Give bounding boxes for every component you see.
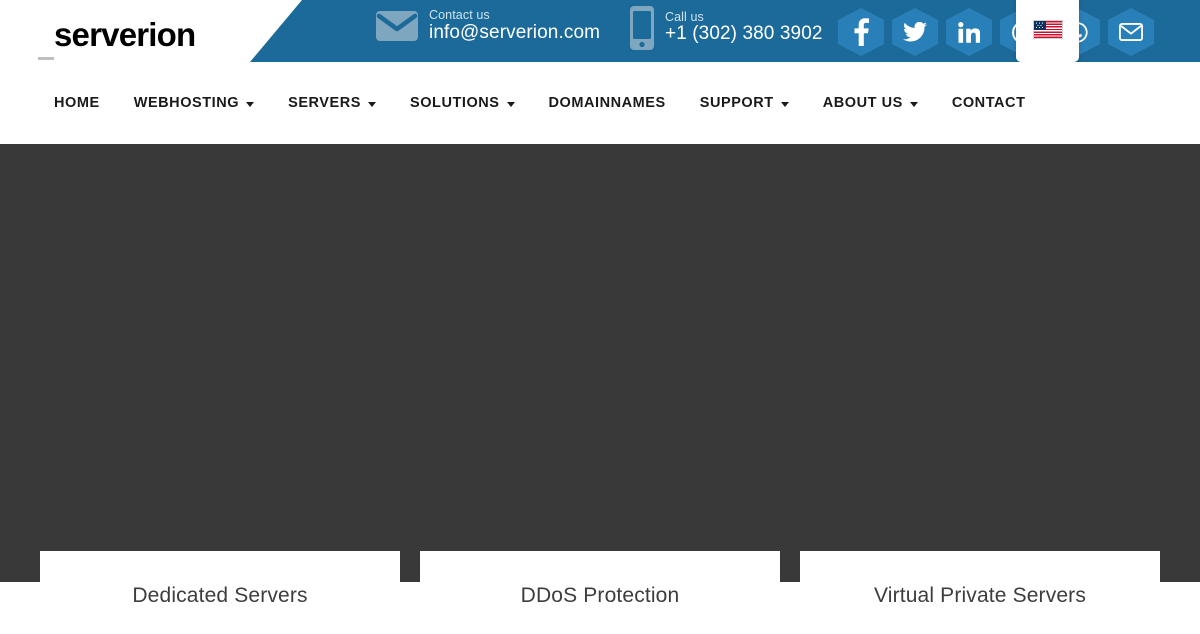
nav-item-solutions[interactable]: SOLUTIONS xyxy=(410,95,515,111)
service-card-dedicated-servers[interactable]: Dedicated Servers xyxy=(40,551,400,634)
contact-phone-label: Call us xyxy=(665,9,704,24)
service-card-ddos-protection[interactable]: DDoS Protection xyxy=(420,551,780,634)
contact-phone-block[interactable]: Call us +1 (302) 380 3902 xyxy=(630,6,823,50)
nav-label: WEBHOSTING xyxy=(133,95,240,111)
service-card-title: Virtual Private Servers xyxy=(874,584,1086,607)
nav-item-home[interactable]: HOME xyxy=(54,95,100,111)
chevron-down-icon xyxy=(909,101,918,107)
nav-label: SUPPORT xyxy=(699,95,774,111)
contact-email-value: info@serverion.com xyxy=(429,21,601,43)
hero-banner xyxy=(0,144,1200,582)
service-card-title: Dedicated Servers xyxy=(132,584,308,607)
chevron-down-icon xyxy=(246,101,255,107)
contact-phone-value: +1 (302) 380 3902 xyxy=(665,23,823,45)
us-flag-icon xyxy=(1033,20,1062,38)
nav-item-contact[interactable]: CONTACT xyxy=(952,95,1026,111)
nav-items: HOME WEBHOSTING SERVERS SOLUTIONS DOMAIN… xyxy=(54,62,1025,144)
nav-label: SOLUTIONS xyxy=(409,95,500,111)
nav-label: CONTACT xyxy=(951,95,1026,111)
linkedin-icon[interactable] xyxy=(946,8,992,56)
mail-icon xyxy=(376,11,418,41)
page-root: serverion Contact us info@serverion.com … xyxy=(0,0,1200,634)
service-card-virtual-private-servers[interactable]: Virtual Private Servers xyxy=(800,551,1160,634)
email-glyph xyxy=(1119,23,1143,41)
contact-email-label: Contact us xyxy=(429,8,490,22)
chevron-down-icon xyxy=(780,101,789,107)
facebook-icon[interactable] xyxy=(838,8,884,56)
twitter-icon[interactable] xyxy=(892,8,938,56)
logo-underscore-decoration xyxy=(38,57,54,60)
facebook-glyph xyxy=(854,18,869,46)
nav-item-about-us[interactable]: ABOUT US xyxy=(823,95,918,111)
nav-item-servers[interactable]: SERVERS xyxy=(288,95,376,111)
chevron-down-icon xyxy=(367,101,376,107)
nav-label: HOME xyxy=(54,95,100,111)
service-cards: Dedicated Servers DDoS Protection Virtua… xyxy=(0,551,1200,634)
nav-label: ABOUT US xyxy=(822,95,903,111)
nav-label: DOMAINNAMES xyxy=(548,95,666,111)
nav-item-support[interactable]: SUPPORT xyxy=(700,95,789,111)
contact-email-block[interactable]: Contact us info@serverion.com xyxy=(376,8,601,43)
nav-label: SERVERS xyxy=(288,95,361,111)
email-icon[interactable] xyxy=(1108,8,1154,56)
twitter-glyph xyxy=(903,22,927,42)
nav-item-domainnames[interactable]: DOMAINNAMES xyxy=(549,95,666,111)
language-selector[interactable] xyxy=(1016,0,1079,62)
top-bar: serverion Contact us info@serverion.com … xyxy=(0,0,1200,62)
site-logo[interactable]: serverion xyxy=(54,16,196,54)
main-navigation: HOME WEBHOSTING SERVERS SOLUTIONS DOMAIN… xyxy=(0,62,1200,144)
phone-icon xyxy=(630,6,654,50)
social-links xyxy=(838,8,1154,56)
linkedin-glyph xyxy=(958,21,980,43)
nav-item-webhosting[interactable]: WEBHOSTING xyxy=(133,95,255,111)
service-card-title: DDoS Protection xyxy=(520,584,680,607)
chevron-down-icon xyxy=(506,101,515,107)
